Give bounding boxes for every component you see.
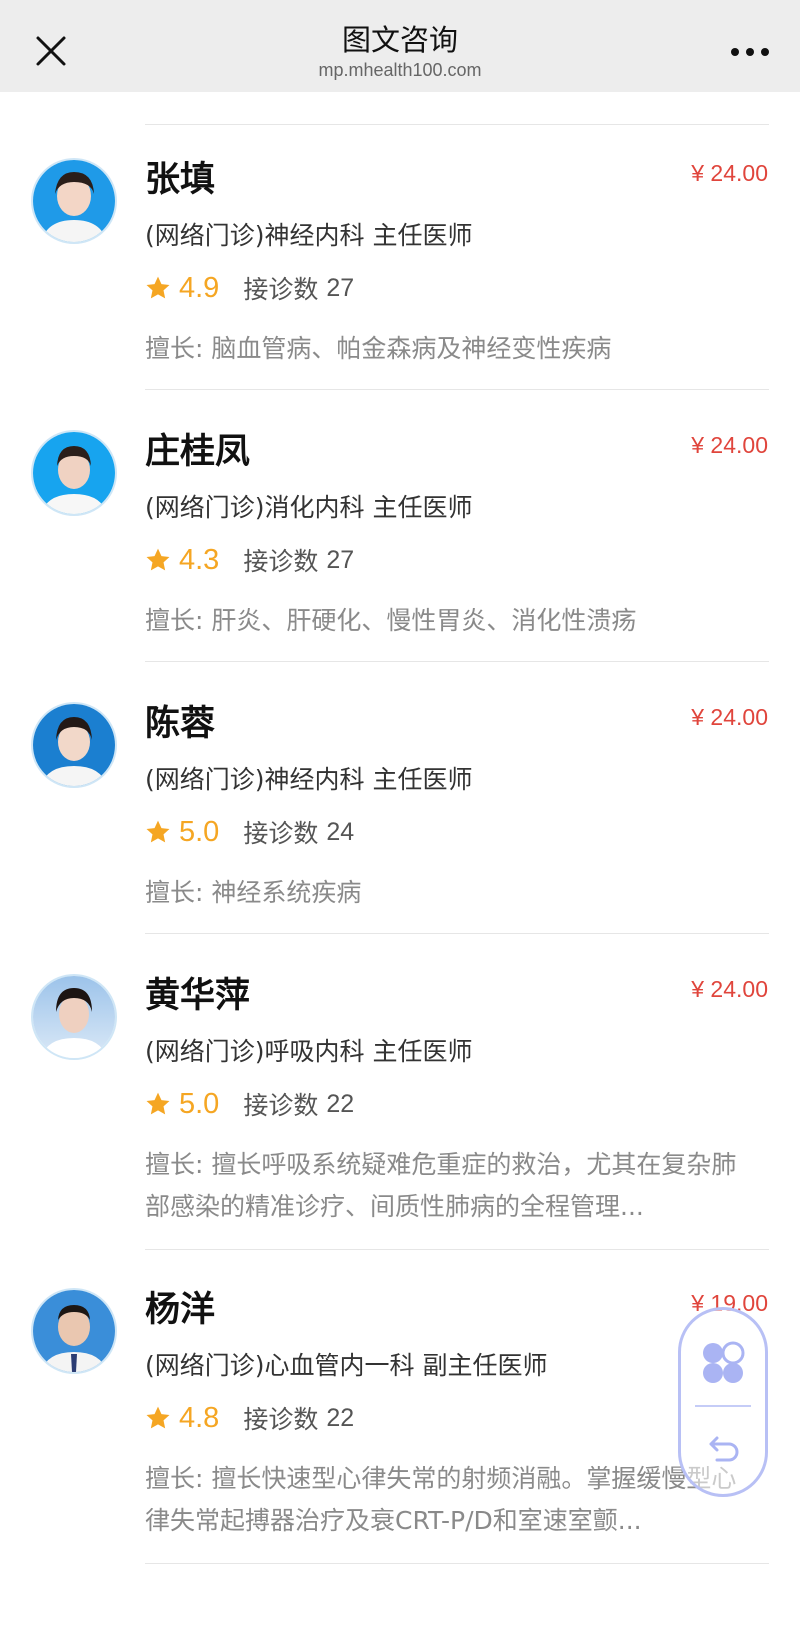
doctor-name: 庄桂凤 — [145, 432, 251, 472]
rating-row: 4.3 接诊数 27 — [145, 542, 354, 578]
doctor-name: 陈蓉 — [145, 704, 216, 744]
divider — [145, 661, 769, 662]
close-icon — [36, 36, 66, 66]
doctor-department: (网络门诊)心血管内一科 副主任医师 — [145, 1351, 548, 1380]
doctor-department: (网络门诊)消化内科 主任医师 — [145, 493, 473, 522]
consult-price: ¥ 24.00 — [691, 704, 768, 730]
doctor-card[interactable]: 陈蓉 ¥ 24.00 (网络门诊)神经内科 主任医师 5.0 接诊数 24 擅长… — [0, 702, 800, 934]
back-button[interactable] — [703, 1430, 743, 1470]
visits-count: 22 — [326, 1089, 355, 1118]
divider — [145, 1249, 769, 1250]
doctor-department: (网络门诊)神经内科 主任医师 — [145, 765, 473, 794]
page-domain: mp.mhealth100.com — [318, 60, 482, 80]
doctor-name: 杨洋 — [145, 1290, 216, 1330]
visits-label: 接诊数 — [243, 1091, 319, 1120]
rating-score: 4.3 — [179, 543, 220, 576]
star-icon — [146, 276, 170, 299]
doctor-name: 张填 — [145, 160, 216, 200]
doctor-department: (网络门诊)呼吸内科 主任医师 — [145, 1037, 473, 1066]
visits-label: 接诊数 — [243, 819, 319, 848]
visits-count: 22 — [326, 1403, 355, 1432]
doctor-specialty: 擅长: 脑血管病、帕金森病及神经变性疾病 — [145, 334, 612, 363]
visits-label: 接诊数 — [243, 1405, 319, 1434]
doctor-avatar — [31, 1288, 117, 1374]
visits-label: 接诊数 — [243, 547, 319, 576]
star-icon — [146, 1092, 170, 1115]
visits-count: 27 — [326, 273, 355, 302]
rating-score: 4.9 — [179, 271, 220, 304]
doctor-avatar — [31, 702, 117, 788]
divider — [145, 1563, 769, 1564]
star-icon — [146, 820, 170, 843]
doctor-specialty: 擅长: 擅长呼吸系统疑难危重症的救治，尤其在复杂肺部感染的精准诊疗、间质性肺病的… — [145, 1150, 737, 1221]
consult-price: ¥ 24.00 — [691, 160, 768, 186]
doctor-card[interactable]: 黄华萍 ¥ 24.00 (网络门诊)呼吸内科 主任医师 5.0 接诊数 22 擅… — [0, 974, 800, 1250]
consult-price: ¥ 24.00 — [691, 976, 768, 1002]
more-icon — [731, 48, 769, 56]
back-icon — [709, 1436, 739, 1462]
doctor-avatar — [31, 430, 117, 516]
top-bar: 图文咨询 mp.mhealth100.com — [0, 0, 800, 92]
doctor-card[interactable]: 庄桂凤 ¥ 24.00 (网络门诊)消化内科 主任医师 4.3 接诊数 27 擅… — [0, 430, 800, 662]
doctor-department: (网络门诊)神经内科 主任医师 — [145, 221, 473, 250]
doctor-specialty: 擅长: 肝炎、肝硬化、慢性胃炎、消化性溃疡 — [145, 606, 637, 635]
doctor-specialty: 擅长: 擅长快速型心律失常的射频消融。掌握缓慢型心律失常起搏器治疗及衰CRT-P… — [145, 1464, 737, 1535]
doctor-avatar — [31, 974, 117, 1060]
rating-row: 4.8 接诊数 22 — [145, 1400, 354, 1436]
visits-count: 24 — [326, 817, 355, 846]
doctor-avatar — [31, 158, 117, 244]
star-icon — [146, 1406, 170, 1429]
mini-program-icon — [703, 1341, 745, 1383]
floating-capsule — [678, 1307, 768, 1497]
rating-row: 4.9 接诊数 27 — [145, 270, 354, 306]
divider — [145, 389, 769, 390]
capsule-divider — [695, 1405, 751, 1407]
doctor-name: 黄华萍 — [145, 976, 251, 1016]
title-area: 图文咨询 mp.mhealth100.com — [200, 22, 600, 82]
doctor-specialty: 擅长: 神经系统疾病 — [145, 878, 362, 907]
mini-program-button[interactable] — [700, 1340, 746, 1386]
visits-count: 27 — [326, 545, 355, 574]
doctor-card[interactable]: 张填 ¥ 24.00 (网络门诊)神经内科 主任医师 4.9 接诊数 27 擅长… — [0, 158, 800, 390]
consult-price: ¥ 24.00 — [691, 432, 768, 458]
divider — [145, 933, 769, 934]
rating-score: 5.0 — [179, 815, 220, 848]
visits-label: 接诊数 — [243, 275, 319, 304]
rating-score: 4.8 — [179, 1401, 220, 1434]
page-title: 图文咨询 — [341, 23, 458, 57]
divider — [145, 124, 769, 125]
close-button[interactable] — [24, 24, 78, 78]
more-button[interactable] — [720, 30, 780, 70]
star-icon — [146, 548, 170, 571]
rating-row: 5.0 接诊数 24 — [145, 814, 354, 850]
rating-score: 5.0 — [179, 1087, 220, 1120]
rating-row: 5.0 接诊数 22 — [145, 1086, 354, 1122]
